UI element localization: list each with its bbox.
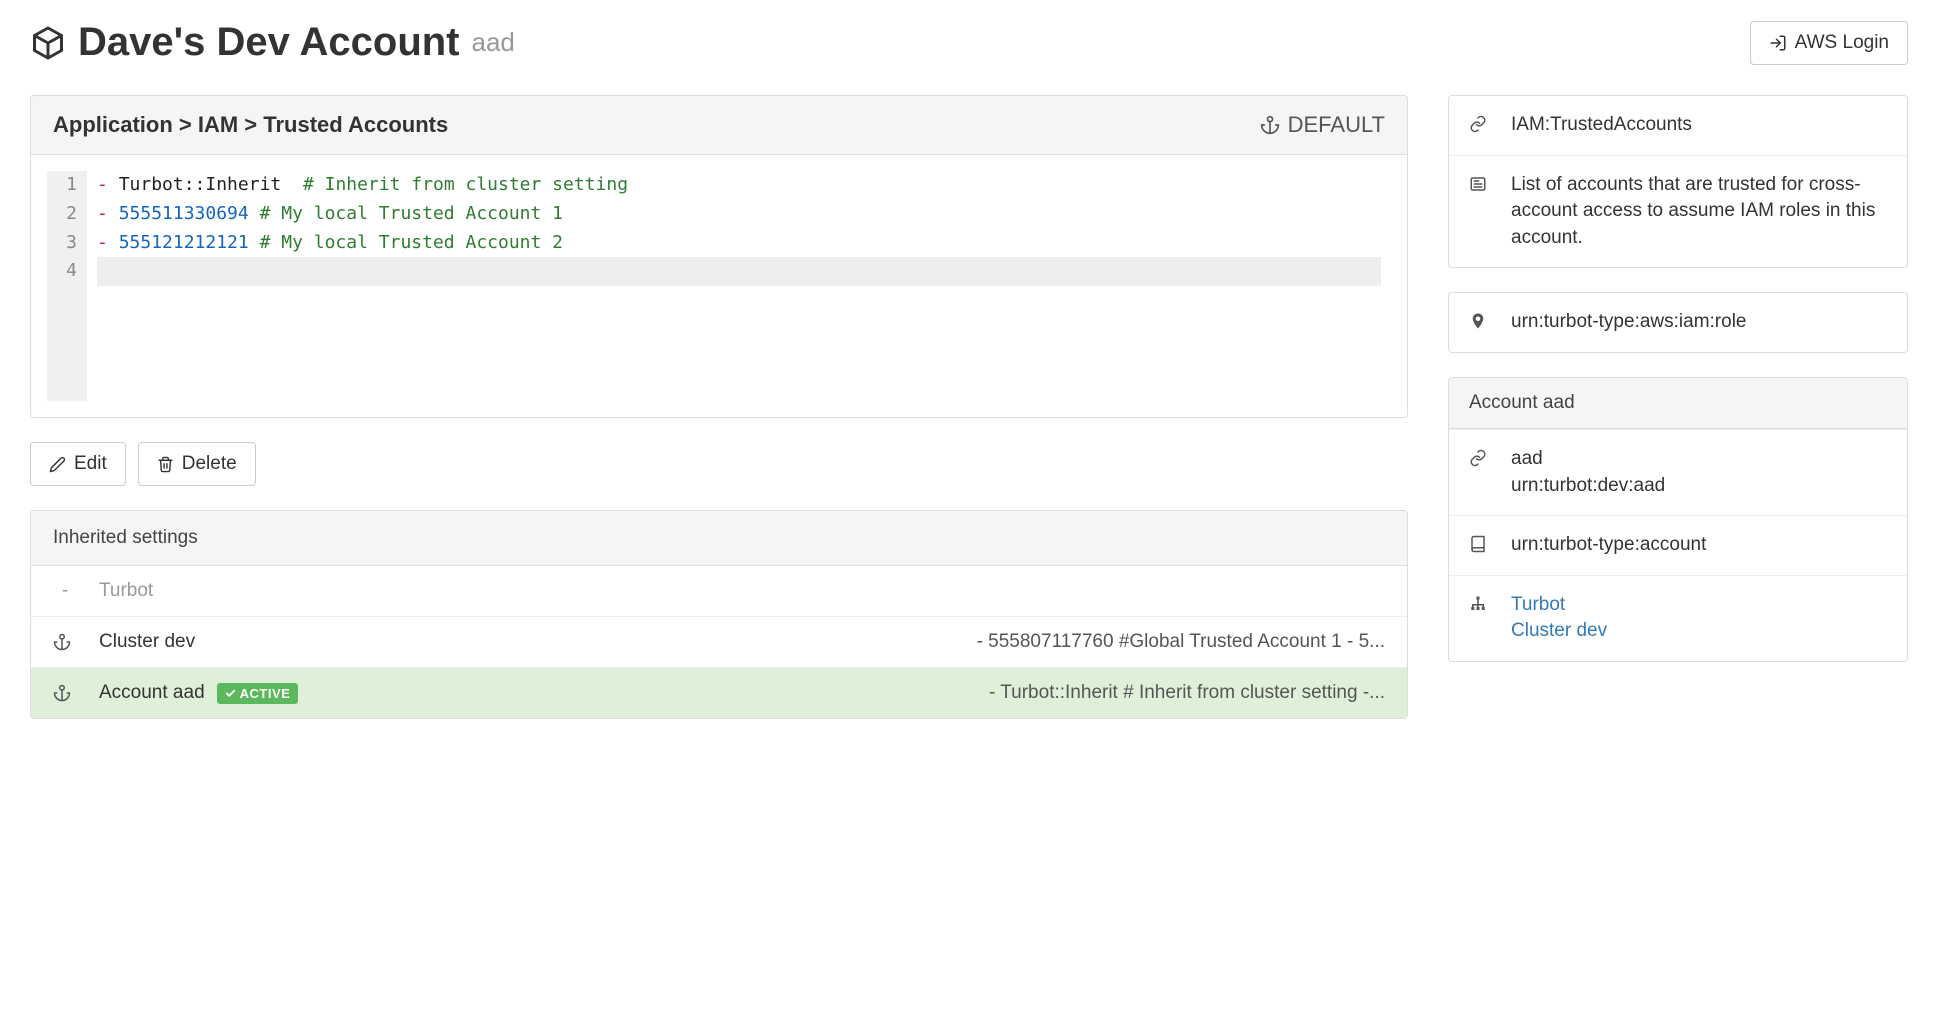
default-tag: DEFAULT [1260, 112, 1385, 138]
page-title-text: Dave's Dev Account [78, 20, 460, 65]
sitemap-icon [1469, 592, 1491, 613]
inherited-name: Cluster dev [99, 631, 299, 653]
active-badge: ACTIVE [217, 683, 299, 704]
account-id: aad [1511, 446, 1887, 473]
yaml-editor[interactable]: 1234 - Turbot::Inherit # Inherit from cl… [47, 171, 1391, 401]
account-header: Account aad [1449, 378, 1907, 429]
default-label: DEFAULT [1288, 112, 1385, 138]
delete-label: Delete [182, 453, 237, 475]
urn-type-card: urn:turbot-type:aws:iam:role [1448, 292, 1908, 353]
hierarchy-link[interactable]: Cluster dev [1511, 618, 1887, 645]
cube-icon [30, 25, 66, 61]
edit-button[interactable]: Edit [30, 442, 126, 486]
link-icon [1469, 112, 1491, 133]
type-info-card: IAM:TrustedAccounts List of accounts tha… [1448, 95, 1908, 268]
inherited-name: Turbot [99, 580, 299, 602]
inherited-row[interactable]: -Turbot [31, 566, 1407, 616]
edit-icon [49, 456, 66, 473]
account-type-urn: urn:turbot-type:account [1511, 532, 1887, 559]
edit-label: Edit [74, 453, 107, 475]
type-name: IAM:TrustedAccounts [1511, 112, 1887, 139]
type-description: List of accounts that are trusted for cr… [1511, 172, 1887, 252]
anchor-icon [1260, 115, 1280, 135]
hierarchy-link[interactable]: Turbot [1511, 592, 1887, 619]
urn-type-text: urn:turbot-type:aws:iam:role [1511, 309, 1887, 336]
inherited-value: - 555807117760 #Global Trusted Account 1… [321, 631, 1385, 653]
aws-login-label: AWS Login [1795, 32, 1889, 54]
breadcrumb: Application > IAM > Trusted Accounts [53, 112, 448, 138]
inherited-title: Inherited settings [53, 527, 198, 549]
inherited-row[interactable]: Cluster dev - 555807117760 #Global Truste… [31, 616, 1407, 667]
page-title-suffix: aad [472, 27, 515, 58]
page-title: Dave's Dev Account aad [30, 20, 515, 65]
inherited-panel: Inherited settings -Turbot Cluster dev - 5… [30, 510, 1408, 719]
anchor-icon [53, 633, 77, 651]
book-icon [1469, 532, 1491, 553]
delete-button[interactable]: Delete [138, 442, 256, 486]
aws-login-button[interactable]: AWS Login [1750, 21, 1908, 65]
account-card: Account aad aad urn:turbot:dev:aad urn:t… [1448, 377, 1908, 662]
inherited-name: Account aad ACTIVE [99, 682, 299, 704]
setting-panel: Application > IAM > Trusted Accounts DEF… [30, 95, 1408, 418]
trash-icon [157, 456, 174, 473]
login-icon [1769, 34, 1787, 52]
account-urn: urn:turbot:dev:aad [1511, 473, 1887, 500]
dash-icon: - [53, 580, 77, 602]
link-icon [1469, 446, 1491, 467]
anchor-icon [53, 684, 77, 702]
newspaper-icon [1469, 172, 1491, 193]
pin-icon [1469, 309, 1491, 330]
inherited-value: - Turbot::Inherit # Inherit from cluster… [321, 682, 1385, 704]
inherited-row[interactable]: Account aad ACTIVE - Turbot::Inherit # In… [31, 667, 1407, 718]
